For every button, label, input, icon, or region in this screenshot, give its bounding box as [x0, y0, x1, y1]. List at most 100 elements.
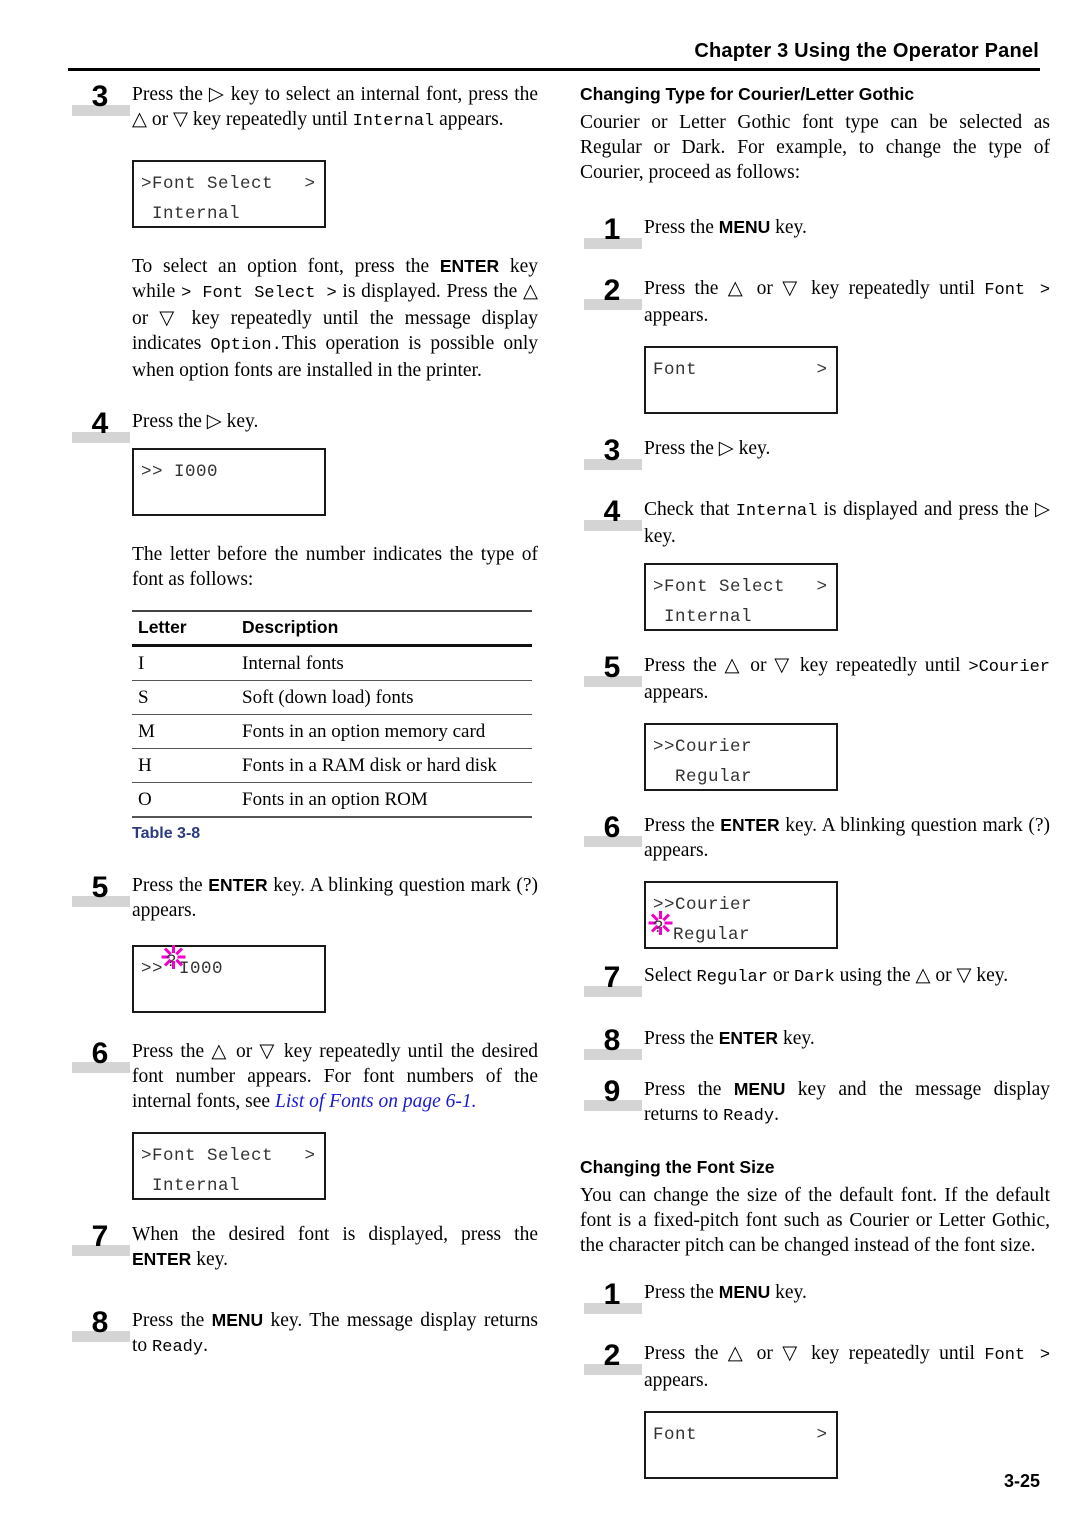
- lcd-term: Ready: [723, 1107, 775, 1126]
- right-column: Changing Type for Courier/Letter Gothic …: [580, 82, 1050, 1479]
- step-number-digit: 4: [91, 407, 109, 440]
- step-number-badge: 7: [580, 963, 644, 997]
- table-cell-letter: O: [138, 789, 152, 810]
- table-cell-letter: S: [138, 687, 149, 708]
- lcd-line-2: Internal: [141, 204, 241, 224]
- step-text-part: or: [228, 1041, 260, 1062]
- lcd-line-2: Regular: [653, 767, 753, 787]
- lcd-line-1: >>Courier: [653, 895, 753, 915]
- table-column-header-description: Description: [236, 611, 532, 647]
- step-text: Press the ENTER key.: [644, 1026, 1050, 1051]
- step-text: Press the ▷ key.: [132, 409, 538, 434]
- step-text-part: key repeatedly until: [188, 109, 353, 130]
- up-arrow-key-icon: △: [132, 109, 147, 130]
- step-text-part: key to select an internal font, press th…: [224, 84, 539, 105]
- down-arrow-key-icon: ▽: [956, 965, 972, 986]
- lcd-line-1: >Font Select: [141, 1146, 274, 1166]
- lcd-term: >Courier: [968, 658, 1050, 677]
- step-text-part: appears.: [644, 305, 709, 326]
- step-text: Press the ▷ key.: [644, 436, 1050, 461]
- down-arrow-key-icon: ▽: [173, 109, 188, 130]
- lcd-term: Option.: [210, 336, 282, 355]
- enter-key-label: ENTER: [439, 256, 500, 276]
- lcd-right-chevron: >: [816, 1425, 827, 1445]
- lcd-right-chevron: >: [304, 1146, 315, 1166]
- step-text-part: Press the: [132, 1041, 212, 1062]
- step-number-digit: 5: [603, 651, 621, 684]
- step-text-part: Press the: [132, 875, 209, 896]
- table-caption: Table 3-8: [132, 825, 201, 842]
- step-number-badge: 4: [580, 497, 644, 531]
- up-arrow-key-icon: △: [211, 1041, 229, 1062]
- lcd-line-2: Internal: [653, 607, 753, 627]
- lcd-right-chevron: >: [304, 174, 315, 194]
- step-text-part: Press the: [644, 1343, 728, 1364]
- table-cell-description: Fonts in an option ROM: [242, 789, 428, 810]
- step-text: Press the △ or ▽ key repeatedly until Fo…: [644, 1341, 1050, 1393]
- lcd-term: > Font Select >: [181, 284, 337, 303]
- enter-key-label: ENTER: [132, 1249, 192, 1269]
- down-arrow-key-icon: ▽: [159, 308, 181, 329]
- step-text-part: appears.: [434, 109, 504, 130]
- lcd-line-1: >> I000: [141, 462, 219, 482]
- step-text-part: key.: [644, 526, 676, 547]
- step-5: 5 Press the ENTER key. A blinking questi…: [68, 873, 538, 923]
- step-number-badge: 4: [68, 409, 132, 443]
- step-number-digit: 6: [603, 811, 621, 844]
- step-text: Press the △ or ▽ key repeatedly until th…: [132, 1039, 538, 1114]
- option-font-paragraph: To select an option font, press the ENTE…: [132, 254, 538, 383]
- step-number-badge: 8: [68, 1308, 132, 1342]
- step-text: Press the MENU key.: [644, 1280, 1050, 1305]
- step-number-badge: 2: [580, 276, 644, 310]
- step-text-part: Select: [644, 965, 697, 986]
- up-arrow-key-icon: △: [523, 281, 538, 302]
- lcd-line-1: >>Courier: [653, 737, 753, 757]
- lcd-display-blinking: >> ? I000: [132, 945, 326, 1013]
- step-text: Press the △ or ▽ key repeatedly until >C…: [644, 653, 1050, 705]
- step-number-badge: 9: [580, 1077, 644, 1111]
- step-number-digit: 8: [91, 1306, 109, 1339]
- step-text-part: or: [747, 278, 783, 299]
- step-6: 6 Press the △ or ▽ key repeatedly until …: [68, 1039, 538, 1114]
- list-of-fonts-link[interactable]: List of Fonts on page 6-1.: [275, 1091, 477, 1112]
- table-cell-description: Fonts in a RAM disk or hard disk: [242, 755, 497, 776]
- step-7: 7 Select Regular or Dark using the △ or …: [580, 963, 1050, 997]
- step-text-part: appears.: [644, 1370, 709, 1391]
- step-3: 3 Press the ▷ key.: [580, 436, 1050, 470]
- step-8: 8 Press the MENU key. The message displa…: [68, 1308, 538, 1360]
- step-text-part: key.: [770, 1282, 807, 1303]
- step-text-part: key.: [191, 1249, 228, 1270]
- step-text-part: or: [767, 965, 794, 986]
- step-text-part: key.: [733, 438, 771, 459]
- table-cell-description: Fonts in an option memory card: [242, 721, 486, 742]
- menu-key-label: MENU: [718, 1282, 771, 1302]
- step-number-digit: 7: [603, 961, 621, 994]
- lcd-line-1: Font: [653, 1425, 698, 1445]
- step-1: 1 Press the MENU key.: [580, 1280, 1050, 1314]
- up-arrow-key-icon: △: [724, 655, 743, 676]
- step-text-part: key repeatedly until: [801, 1343, 985, 1364]
- step-number-digit: 3: [603, 434, 621, 467]
- left-column: 3 Press the ▷ key to select an internal …: [68, 82, 538, 1360]
- blink-ray-icon: [177, 955, 186, 959]
- right-arrow-key-icon: ▷: [208, 84, 225, 105]
- step-6: 6 Press the ENTER key. A blinking questi…: [580, 813, 1050, 863]
- lcd-line-1: Font: [653, 360, 698, 380]
- lcd-right-chevron: >: [816, 360, 827, 380]
- step-text: Press the ENTER key. A blinking question…: [132, 873, 538, 923]
- step-number-badge: 8: [580, 1026, 644, 1060]
- table-cell-letter: I: [138, 653, 145, 674]
- lcd-line-2: Internal: [141, 1176, 241, 1196]
- para-part: is displayed. Press the: [336, 281, 523, 302]
- step-2: 2 Press the △ or ▽ key repeatedly until …: [580, 1341, 1050, 1393]
- step-text-part: or: [147, 109, 173, 130]
- step-8: 8 Press the ENTER key.: [580, 1026, 1050, 1060]
- table-row: H Fonts in a RAM disk or hard disk: [132, 749, 532, 783]
- step-number-badge: 1: [580, 1280, 644, 1314]
- step-text-part: key.: [770, 217, 807, 238]
- step-text: Press the ENTER key. A blinking question…: [644, 813, 1050, 863]
- page-header: Chapter 3 Using the Operator Panel: [68, 40, 1040, 71]
- step-number-badge: 2: [580, 1341, 644, 1375]
- step-text-part: appears.: [644, 682, 709, 703]
- lcd-display: >> I000: [132, 448, 326, 516]
